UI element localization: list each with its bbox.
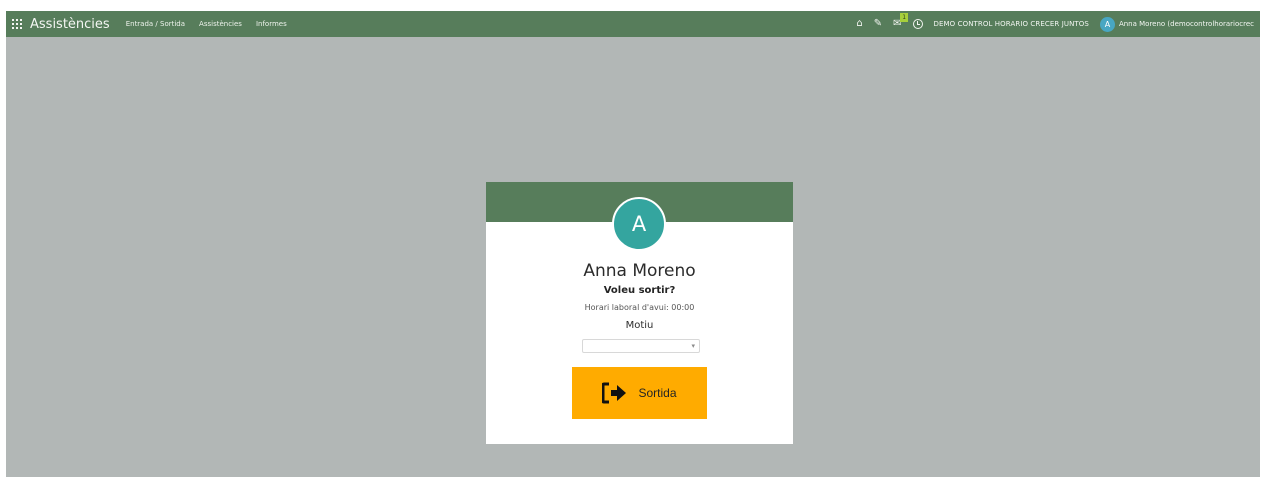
- attendance-card: A Anna Moreno Voleu sortir? Horari labor…: [486, 182, 793, 444]
- work-schedule-text: Horari laboral d'avui: 00:00: [584, 303, 695, 312]
- menu-attendances[interactable]: Assistències: [199, 20, 242, 28]
- pencil-icon[interactable]: ✎: [874, 19, 882, 29]
- menu-reports[interactable]: Informes: [256, 20, 287, 28]
- logout-arrow-icon: [602, 382, 627, 404]
- app-title[interactable]: Assistències: [30, 17, 110, 32]
- checkout-button[interactable]: Sortida: [572, 367, 707, 419]
- home-icon[interactable]: ⌂: [856, 19, 862, 29]
- company-switcher[interactable]: DEMO CONTROL HORARIO CRECER JUNTOS: [934, 20, 1089, 28]
- checkout-button-label: Sortida: [638, 386, 677, 400]
- reason-select[interactable]: ▾: [582, 339, 700, 353]
- chat-notification-badge: 1: [900, 13, 909, 22]
- employee-avatar: A: [612, 197, 666, 251]
- employee-name: Anna Moreno: [583, 261, 696, 281]
- top-navbar: Assistències Entrada / Sortida Assistènc…: [6, 11, 1260, 37]
- checkout-question: Voleu sortir?: [603, 285, 676, 296]
- chat-button[interactable]: ✉ 1: [893, 13, 909, 29]
- user-menu[interactable]: A Anna Moreno (democontrolhorariocrec: [1099, 16, 1254, 32]
- user-avatar: A: [1099, 16, 1115, 32]
- apps-grid-icon[interactable]: [12, 19, 22, 29]
- navbar-right-section: ⌂ ✎ ✉ 1 DEMO CONTROL HORARIO CRECER JUNT…: [856, 11, 1254, 37]
- user-name: Anna Moreno (democontrolhorariocrec: [1118, 20, 1254, 28]
- chevron-down-icon: ▾: [691, 342, 695, 350]
- reason-label: Motiu: [625, 320, 654, 331]
- screen: Assistències Entrada / Sortida Assistènc…: [6, 11, 1260, 477]
- clock-icon[interactable]: [912, 19, 923, 29]
- menu-check-in-out[interactable]: Entrada / Sortida: [126, 20, 185, 28]
